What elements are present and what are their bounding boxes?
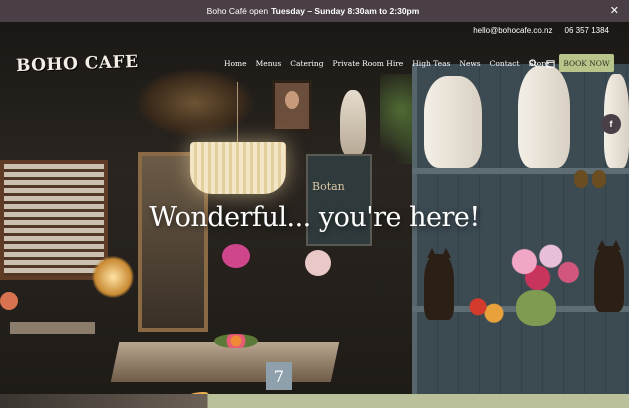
white-rose — [305, 250, 331, 276]
hero-headline: Wonderful... you're here! — [149, 202, 480, 233]
white-fish-vase — [424, 76, 482, 168]
announcement-bar: Boho Café open Tuesday – Sunday 8:30am t… — [0, 0, 629, 22]
pink-flower — [222, 244, 250, 268]
dining-table — [110, 342, 340, 382]
nav-item-menus[interactable]: Menus — [256, 59, 282, 68]
close-icon[interactable]: ✕ — [610, 4, 619, 17]
nav-icons — [529, 59, 555, 70]
next-section-preview — [0, 394, 629, 408]
white-jug — [518, 66, 570, 168]
nav-item-home[interactable]: Home — [224, 59, 247, 68]
main-nav: Home Menus Catering Private Room Hire Hi… — [224, 59, 558, 68]
table-number-sign: 7 — [266, 362, 292, 390]
contact-row: hello@bohocafe.co.nz 06 357 1384 — [473, 26, 609, 35]
nav-item-contact[interactable]: Contact — [490, 59, 520, 68]
calendar-icon[interactable] — [546, 59, 555, 70]
floor-lamp — [92, 256, 134, 298]
announcement-hours: Tuesday – Sunday 8:30am to 2:30pm — [271, 6, 420, 16]
cow-skull-decor — [340, 90, 366, 156]
logo-text: BOHO CAFE — [15, 51, 139, 77]
left-flowers — [0, 292, 18, 310]
gnome-figurines — [466, 294, 506, 326]
announcement-prefix: Boho Café open — [206, 6, 269, 16]
search-icon[interactable] — [529, 59, 538, 70]
cat-figurine — [594, 240, 624, 312]
shell-chandelier — [190, 142, 286, 194]
nav-item-news[interactable]: News — [459, 59, 480, 68]
table-centerpiece — [214, 334, 258, 348]
facebook-icon[interactable]: f — [601, 114, 621, 134]
chandelier-chain — [237, 82, 238, 142]
cat-figurine — [424, 248, 454, 320]
green-pot — [516, 290, 556, 326]
nav-item-high-teas[interactable]: High Teas — [412, 59, 450, 68]
hero-section: Botan 7 hello@bohocafe.co.nz 06 357 1384… — [0, 22, 629, 394]
email-link[interactable]: hello@bohocafe.co.nz — [473, 26, 552, 35]
owl-figurine — [592, 170, 606, 188]
side-table — [10, 322, 95, 334]
portrait-painting — [272, 80, 312, 132]
owl-figurine — [574, 170, 588, 188]
wall-sign-text: Botan — [312, 180, 345, 193]
nav-item-private-room-hire[interactable]: Private Room Hire — [333, 59, 404, 68]
phone-link[interactable]: 06 357 1384 — [565, 26, 610, 35]
nav-item-catering[interactable]: Catering — [290, 59, 323, 68]
site-logo[interactable]: BOHO CAFE — [16, 52, 139, 76]
book-now-button[interactable]: BOOK NOW — [559, 54, 614, 72]
pink-flower-bouquet — [498, 240, 586, 294]
